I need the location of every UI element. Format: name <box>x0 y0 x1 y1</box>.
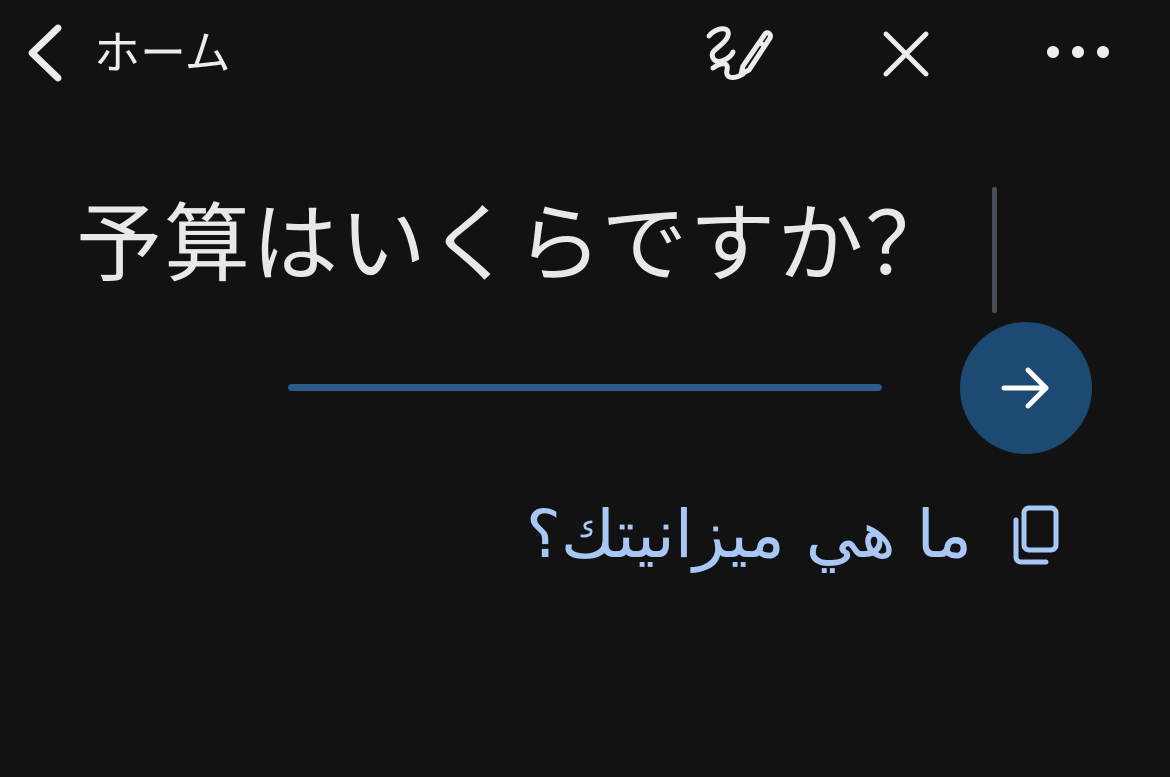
handwriting-pen-icon <box>703 22 775 86</box>
translation-text: ما هي ميزانيتك؟ <box>525 496 972 573</box>
source-text-input[interactable]: 予算はいくらですか？ <box>76 195 953 295</box>
close-icon <box>880 28 932 80</box>
back-label: ホーム <box>94 26 231 80</box>
handwriting-button[interactable] <box>703 22 775 86</box>
arrow-right-icon <box>998 363 1054 413</box>
top-bar: ホーム <box>0 0 1170 110</box>
copy-button[interactable] <box>1008 504 1060 566</box>
translate-submit-button[interactable] <box>960 322 1092 454</box>
chevron-left-icon <box>24 24 64 82</box>
translation-row: ما هي ميزانيتك؟ <box>526 490 1060 580</box>
more-horizontal-icon <box>1044 40 1112 64</box>
input-underline <box>288 384 882 391</box>
text-caret <box>992 187 997 313</box>
back-button[interactable]: ホーム <box>24 24 231 82</box>
more-button[interactable] <box>1044 40 1112 64</box>
copy-icon <box>1008 504 1060 566</box>
close-button[interactable] <box>880 28 932 80</box>
